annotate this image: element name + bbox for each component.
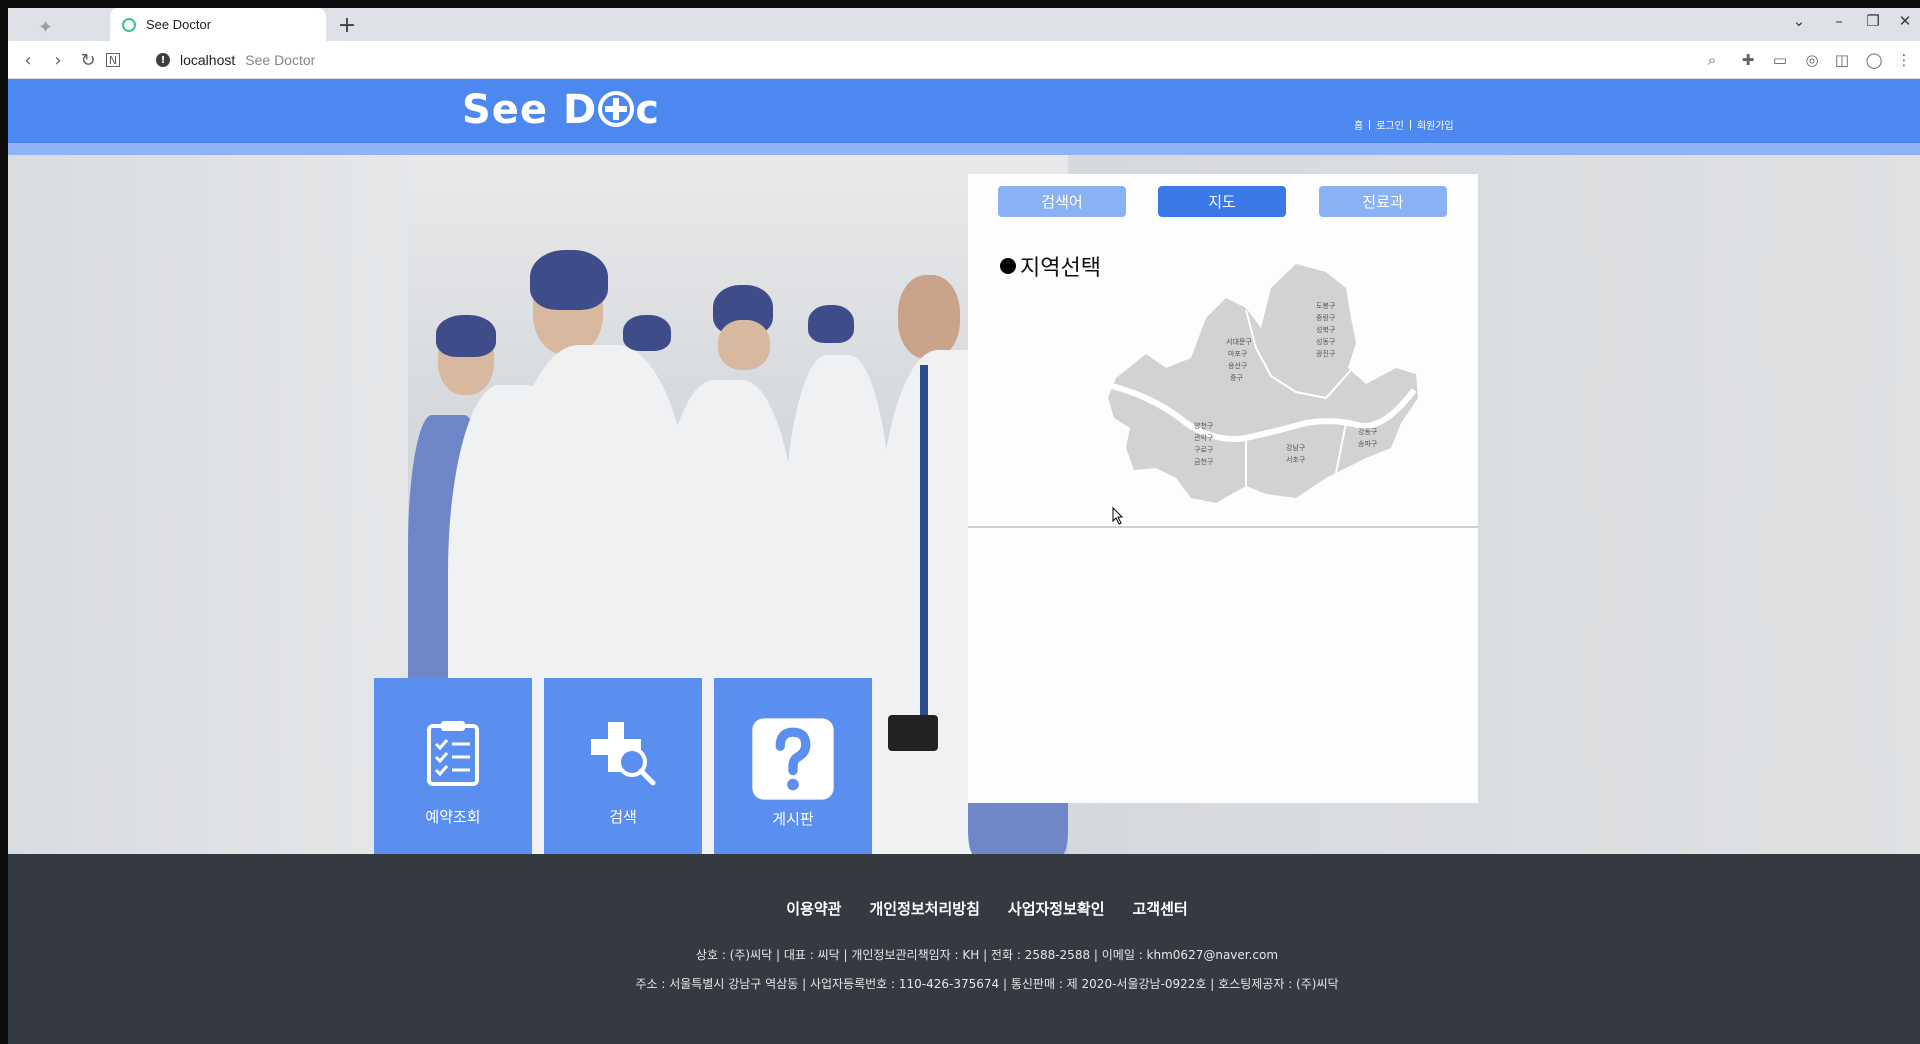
profile-icon[interactable]: ◯: [1864, 50, 1884, 70]
region-name: 서초구: [1286, 455, 1306, 464]
screenshot-icon[interactable]: ◎: [1802, 50, 1822, 70]
tab-title: See Doctor: [146, 17, 212, 32]
pinned-tab[interactable]: ✦: [20, 14, 102, 41]
region-name: 중구: [1230, 374, 1243, 382]
search-panel: 검색어 지도 진료과 지역선택 도봉구 중랑구 성북구 성동구 광진구 서대문구…: [968, 174, 1478, 803]
tab-search-chevron-icon[interactable]: ⌄: [1784, 12, 1814, 30]
site-footer: 이용약관 개인정보처리방침 사업자정보확인 고객센터 상호 : (주)씨닥 | …: [8, 854, 1920, 1044]
region-name: 강남구: [1286, 443, 1306, 452]
medical-search-icon: [591, 722, 656, 786]
header-stripe: [8, 143, 1920, 155]
side-panel-icon[interactable]: ◫: [1832, 50, 1852, 70]
extension-n-icon[interactable]: N: [106, 53, 120, 67]
site-header: See D c 홈 로그인 회원가입: [8, 79, 1920, 143]
question-mark-icon: [752, 718, 834, 800]
nav-home-link[interactable]: 홈: [1354, 117, 1363, 132]
restore-button[interactable]: ❐: [1858, 12, 1888, 30]
new-tab-button[interactable]: +: [334, 12, 360, 38]
region-name: 광진구: [1316, 349, 1336, 358]
url-host: localhost: [180, 52, 236, 68]
surgical-cap-figure: [436, 315, 496, 357]
tab-map[interactable]: 지도: [1158, 186, 1286, 217]
site-logo[interactable]: See D c: [462, 87, 660, 133]
page-viewport: See D c 홈 로그인 회원가입 예약조회 검색 게시판 검색어 지도 진료과…: [8, 79, 1920, 1044]
tab-department[interactable]: 진료과: [1319, 186, 1447, 217]
tab-keyword[interactable]: 검색어: [998, 186, 1126, 217]
mouse-cursor-icon: [1112, 507, 1124, 525]
browser-window: ✦ See Doctor + ⌄ – ❐ ✕ ‹ › ↻ N ! localho…: [0, 0, 1920, 1044]
region-name: 도봉구: [1316, 302, 1336, 310]
extensions-puzzle-icon[interactable]: ✚: [1738, 50, 1758, 70]
region-name: 관악구: [1194, 433, 1214, 442]
region-name: 강동구: [1358, 427, 1378, 436]
nav-login-link[interactable]: 로그인: [1376, 117, 1404, 132]
surgical-cap-figure: [623, 315, 671, 351]
region-name: 금천구: [1194, 457, 1214, 466]
top-nav: 홈 로그인 회원가입: [1354, 117, 1454, 132]
surgical-cap-figure: [808, 305, 854, 343]
menu-kebab-icon[interactable]: ⋮: [1894, 50, 1914, 70]
camera-strap: [920, 365, 928, 725]
clipboard-checklist-icon: [427, 721, 479, 786]
panel-divider: [968, 526, 1478, 528]
tile-reservation-label: 예약조회: [425, 808, 481, 826]
head-figure: [898, 275, 960, 359]
logo-text-right: c: [635, 87, 660, 133]
footer-link-privacy[interactable]: 개인정보처리방침: [869, 898, 979, 919]
nav-divider: [1409, 119, 1411, 130]
close-window-button[interactable]: ✕: [1890, 12, 1920, 30]
region-name: 성동구: [1316, 337, 1336, 346]
region-name: 마포구: [1228, 349, 1248, 358]
cast-icon[interactable]: ▭: [1770, 50, 1790, 70]
tile-reservation[interactable]: 예약조회: [374, 678, 532, 882]
footer-address-info: 주소 : 서울특별시 강남구 역삼동 | 사업자등록번호 : 110-426-3…: [635, 977, 1339, 991]
region-name: 구로구: [1194, 446, 1214, 454]
region-name: 용산구: [1228, 361, 1248, 370]
seoul-map: 도봉구 중랑구 성북구 성동구 광진구 서대문구 마포구 용산구 중구 양천구 …: [1108, 264, 1418, 503]
medical-cross-logo-icon: [598, 91, 635, 127]
tile-search[interactable]: 검색: [544, 678, 702, 882]
logo-text-left: See D: [462, 87, 598, 133]
map-shape: [1108, 264, 1418, 503]
camera-figure: [888, 715, 938, 751]
nav-divider: [1369, 119, 1371, 130]
tab-strip: ✦ See Doctor + ⌄ – ❐ ✕: [8, 8, 1920, 41]
footer-link-business-info[interactable]: 사업자정보확인: [1008, 898, 1105, 919]
back-arrow-icon[interactable]: ‹: [16, 48, 40, 72]
forward-arrow-icon[interactable]: ›: [46, 48, 70, 72]
region-name: 송파구: [1358, 439, 1378, 448]
tile-board[interactable]: 게시판: [714, 678, 872, 882]
minimize-button[interactable]: –: [1824, 12, 1854, 30]
reload-icon[interactable]: ↻: [76, 48, 100, 72]
region-name: 중랑구: [1316, 314, 1336, 322]
tile-search-label: 검색: [609, 808, 637, 826]
region-name: 성북구: [1316, 325, 1336, 334]
footer-link-customer-center[interactable]: 고객센터: [1133, 898, 1188, 919]
favicon-icon: [122, 17, 136, 32]
zoom-icon[interactable]: ⌕: [1702, 50, 1722, 70]
nav-signup-link[interactable]: 회원가입: [1417, 117, 1454, 132]
browser-toolbar: ‹ › ↻ N ! localhost See Doctor ⌕ ✚ ▭ ◎ ◫…: [8, 41, 1920, 79]
bird-icon: ✦: [38, 17, 54, 38]
region-select-heading: 지역선택: [1000, 250, 1101, 282]
tile-board-label: 게시판: [772, 810, 814, 828]
region-select-label: 지역선택: [1020, 256, 1101, 281]
hero-background-image: [8, 155, 1920, 854]
head-figure: [718, 320, 770, 370]
footer-link-terms[interactable]: 이용약관: [786, 898, 841, 919]
bullet-icon: [1000, 258, 1016, 274]
url-page-title: See Doctor: [245, 52, 316, 68]
active-tab[interactable]: See Doctor: [110, 8, 326, 41]
region-name: 양천구: [1194, 421, 1214, 430]
address-bar[interactable]: ! localhost See Doctor: [148, 45, 1708, 75]
footer-links: 이용약관 개인정보처리방침 사업자정보확인 고객센터: [8, 898, 1920, 919]
footer-company-info: 상호 : (주)씨닥 | 대표 : 씨닥 | 개인정보관리책임자 : KH | …: [695, 948, 1279, 962]
surgical-cap-figure: [530, 250, 608, 310]
region-name: 서대문구: [1226, 337, 1252, 346]
site-info-icon[interactable]: !: [156, 53, 170, 67]
